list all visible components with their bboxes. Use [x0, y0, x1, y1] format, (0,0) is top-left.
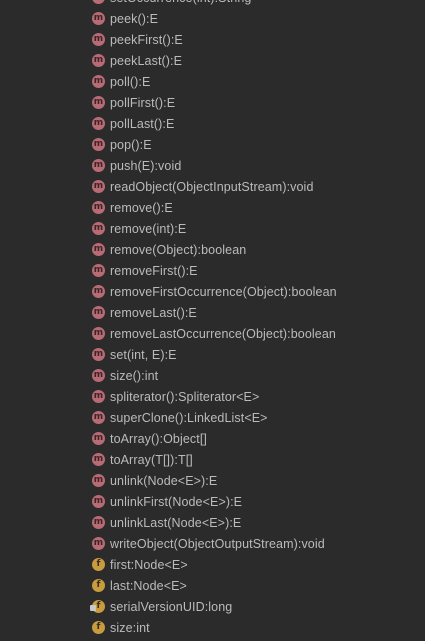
method-icon: m	[92, 180, 105, 193]
method-icon: m	[92, 117, 105, 130]
member-label: remove():E	[110, 200, 173, 215]
method-item[interactable]: m unlink(Node<E>):E	[0, 470, 425, 491]
member-label: set(int, E):E	[110, 347, 177, 362]
member-label: peekLast():E	[110, 53, 183, 68]
member-label: peek():E	[110, 11, 159, 26]
method-item[interactable]: m set(int, E):E	[0, 344, 425, 365]
method-item[interactable]: m size():int	[0, 365, 425, 386]
member-label: unlinkLast(Node<E>):E	[110, 515, 242, 530]
member-label: removeLast():E	[110, 305, 197, 320]
member-label: remove(int):E	[110, 221, 187, 236]
method-icon: m	[92, 306, 105, 319]
method-item[interactable]: m peekLast():E	[0, 50, 425, 71]
method-icon: m	[92, 390, 105, 403]
method-icon: m	[92, 75, 105, 88]
method-item[interactable]: m spliterator():Spliterator<E>	[0, 386, 425, 407]
method-icon: m	[92, 432, 105, 445]
method-item[interactable]: m remove(int):E	[0, 218, 425, 239]
method-item[interactable]: m superClone():LinkedList<E>	[0, 407, 425, 428]
method-icon: m	[92, 159, 105, 172]
method-icon: m	[92, 411, 105, 424]
member-label: removeFirstOccurrence(Object):boolean	[110, 284, 337, 299]
method-item[interactable]: m setOccurrence(int):String	[0, 0, 425, 8]
method-item[interactable]: m pollFirst():E	[0, 92, 425, 113]
method-icon: m	[92, 348, 105, 361]
method-icon: m	[92, 201, 105, 214]
member-list: msetOccurrence(int):Stringmpeek():Empeek…	[0, 0, 425, 638]
method-icon: m	[92, 0, 105, 4]
method-item[interactable]: m remove(Object):boolean	[0, 239, 425, 260]
method-item[interactable]: m unlinkFirst(Node<E>):E	[0, 491, 425, 512]
method-item[interactable]: m toArray():Object[]	[0, 428, 425, 449]
member-label: writeObject(ObjectOutputStream):void	[110, 536, 325, 551]
method-icon: m	[92, 516, 105, 529]
member-label: toArray():Object[]	[110, 431, 207, 446]
method-icon: m	[92, 495, 105, 508]
member-label: toArray(T[]):T[]	[110, 452, 193, 467]
structure-panel: msetOccurrence(int):Stringmpeek():Empeek…	[0, 0, 425, 641]
method-item[interactable]: m remove():E	[0, 197, 425, 218]
member-label: setOccurrence(int):String	[110, 0, 251, 5]
method-icon: m	[92, 222, 105, 235]
static-field-icon: f	[90, 600, 105, 613]
method-item[interactable]: m removeFirst():E	[0, 260, 425, 281]
field-item[interactable]: f size:int	[0, 617, 425, 638]
method-icon: m	[92, 285, 105, 298]
member-label: remove(Object):boolean	[110, 242, 247, 257]
method-item[interactable]: m writeObject(ObjectOutputStream):void	[0, 533, 425, 554]
method-icon: m	[92, 96, 105, 109]
method-item[interactable]: m pop():E	[0, 134, 425, 155]
member-label: poll():E	[110, 74, 151, 89]
field-icon: f	[92, 558, 105, 571]
method-icon: m	[92, 453, 105, 466]
field-item[interactable]: f last:Node<E>	[0, 575, 425, 596]
method-item[interactable]: m poll():E	[0, 71, 425, 92]
field-icon: f	[92, 579, 105, 592]
member-label: peekFirst():E	[110, 32, 183, 47]
member-label: removeLastOccurrence(Object):boolean	[110, 326, 336, 341]
method-icon: m	[92, 474, 105, 487]
member-label: readObject(ObjectInputStream):void	[110, 179, 314, 194]
method-item[interactable]: m peek():E	[0, 8, 425, 29]
method-item[interactable]: m removeLastOccurrence(Object):boolean	[0, 323, 425, 344]
method-item[interactable]: m pollLast():E	[0, 113, 425, 134]
member-label: last:Node<E>	[110, 578, 187, 593]
member-label: push(E):void	[110, 158, 182, 173]
method-item[interactable]: m peekFirst():E	[0, 29, 425, 50]
method-item[interactable]: m removeFirstOccurrence(Object):boolean	[0, 281, 425, 302]
member-label: pop():E	[110, 137, 152, 152]
field-icon: f	[92, 621, 105, 634]
field-item[interactable]: f serialVersionUID:long	[0, 596, 425, 617]
method-icon: m	[92, 369, 105, 382]
member-label: pollFirst():E	[110, 95, 176, 110]
method-icon: m	[92, 12, 105, 25]
method-icon: m	[92, 33, 105, 46]
member-label: size:int	[110, 620, 150, 635]
method-item[interactable]: m unlinkLast(Node<E>):E	[0, 512, 425, 533]
field-item[interactable]: f first:Node<E>	[0, 554, 425, 575]
method-icon: m	[92, 54, 105, 67]
member-label: spliterator():Spliterator<E>	[110, 389, 260, 404]
method-item[interactable]: m toArray(T[]):T[]	[0, 449, 425, 470]
member-label: size():int	[110, 368, 159, 383]
member-label: unlinkFirst(Node<E>):E	[110, 494, 243, 509]
method-icon: m	[92, 138, 105, 151]
member-label: removeFirst():E	[110, 263, 198, 278]
member-label: superClone():LinkedList<E>	[110, 410, 268, 425]
lock-icon	[90, 605, 96, 611]
method-item[interactable]: m push(E):void	[0, 155, 425, 176]
member-label: unlink(Node<E>):E	[110, 473, 218, 488]
member-label: first:Node<E>	[110, 557, 188, 572]
method-item[interactable]: m removeLast():E	[0, 302, 425, 323]
member-label: serialVersionUID:long	[110, 599, 233, 614]
method-item[interactable]: m readObject(ObjectInputStream):void	[0, 176, 425, 197]
method-icon: m	[92, 327, 105, 340]
member-label: pollLast():E	[110, 116, 175, 131]
method-icon: m	[92, 264, 105, 277]
method-icon: m	[92, 243, 105, 256]
method-icon: m	[92, 537, 105, 550]
